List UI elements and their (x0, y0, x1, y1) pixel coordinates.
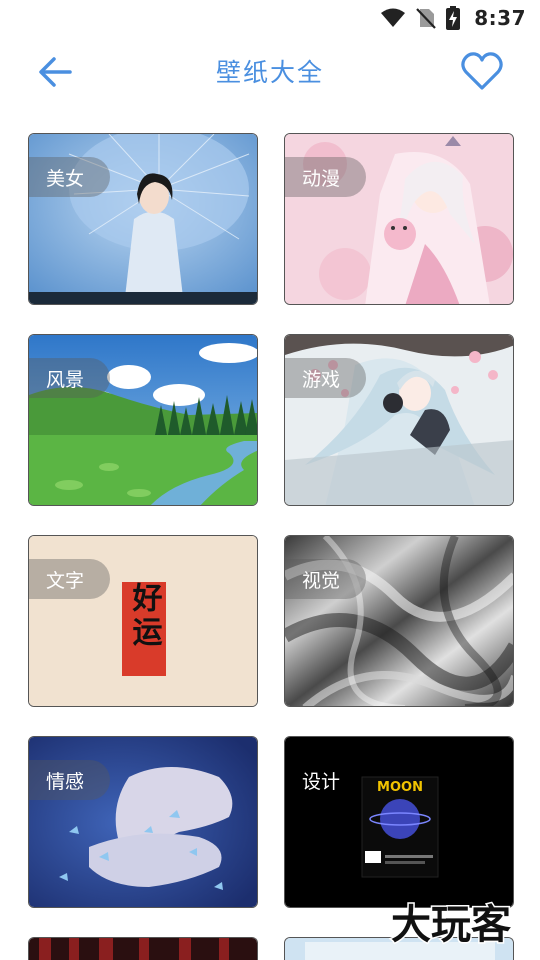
page-title: 壁纸大全 (215, 58, 324, 87)
category-label: 游戏 (285, 358, 367, 398)
moon-poster-text: MOON (377, 780, 423, 795)
svg-text:大玩客: 大玩客 (391, 902, 511, 948)
category-card-anime[interactable]: 动漫 (284, 133, 514, 305)
category-card-text[interactable]: 好运 文字 (28, 535, 258, 707)
category-card-game[interactable]: 游戏 (284, 334, 514, 506)
battery-charging-icon (446, 6, 461, 30)
wifi-icon (380, 8, 406, 28)
category-grid: 美女 动漫 风景 游戏 好运 文字 视觉 情感 MOON 设计 (28, 133, 514, 960)
app-header: 壁纸大全 (0, 40, 540, 102)
category-card-scenery[interactable]: 风景 (28, 334, 258, 506)
category-card-visual[interactable]: 视觉 (284, 535, 514, 707)
watermark-logo: 大玩客 (390, 901, 513, 950)
favorites-button[interactable] (460, 50, 504, 94)
lucky-art-text: 好运 (127, 582, 164, 650)
category-label: 动漫 (285, 157, 367, 197)
category-label: 风景 (29, 358, 111, 398)
category-label: 设计 (302, 770, 341, 793)
category-label: 情感 (29, 760, 111, 800)
category-card-partial-left[interactable] (28, 937, 258, 960)
category-label: 美女 (29, 157, 111, 197)
status-time: 8:37 (474, 6, 526, 30)
category-card-emotion[interactable]: 情感 (28, 736, 258, 908)
category-label: 文字 (29, 559, 111, 599)
category-card-design[interactable]: MOON 设计 (284, 736, 514, 908)
status-bar: 8:37 (0, 0, 540, 36)
category-card-beauty[interactable]: 美女 (28, 133, 258, 305)
category-label: 视觉 (285, 559, 367, 599)
back-button[interactable] (36, 52, 76, 92)
heart-icon (461, 52, 503, 90)
no-sim-icon (416, 7, 437, 29)
partial-thumbnail (29, 938, 257, 960)
arrow-left-icon (39, 57, 72, 87)
